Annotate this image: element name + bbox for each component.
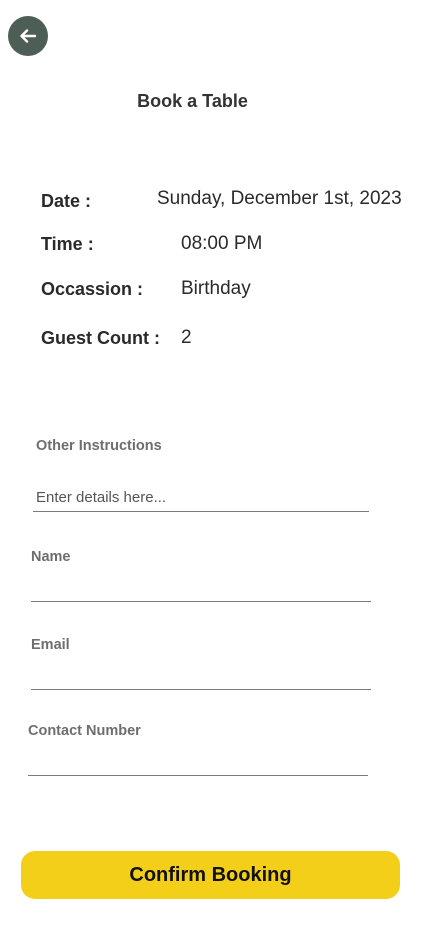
arrow-left-icon — [20, 29, 36, 43]
page-title: Book a Table — [137, 91, 248, 111]
contact-number-label: Contact Number — [28, 723, 141, 739]
confirm-booking-button[interactable]: Confirm Booking — [21, 851, 400, 899]
instructions-label: Other Instructions — [36, 438, 162, 454]
occasion-label: Occassion : — [41, 279, 144, 299]
date-label: Date : — [41, 191, 92, 211]
contact-number-input[interactable] — [28, 748, 368, 776]
time-label: Time : — [41, 234, 94, 254]
back-button[interactable] — [8, 16, 48, 56]
email-input[interactable] — [31, 662, 371, 690]
name-label: Name — [31, 549, 71, 565]
date-value: Sunday, December 1st, 2023 — [157, 188, 402, 209]
occasion-value: Birthday — [181, 278, 251, 299]
name-input[interactable] — [31, 574, 371, 602]
time-value: 08:00 PM — [181, 233, 263, 254]
guest-count-value: 2 — [181, 327, 192, 348]
email-label: Email — [31, 637, 70, 653]
guest-count-label: Guest Count : — [41, 328, 160, 348]
instructions-input[interactable] — [33, 484, 369, 512]
